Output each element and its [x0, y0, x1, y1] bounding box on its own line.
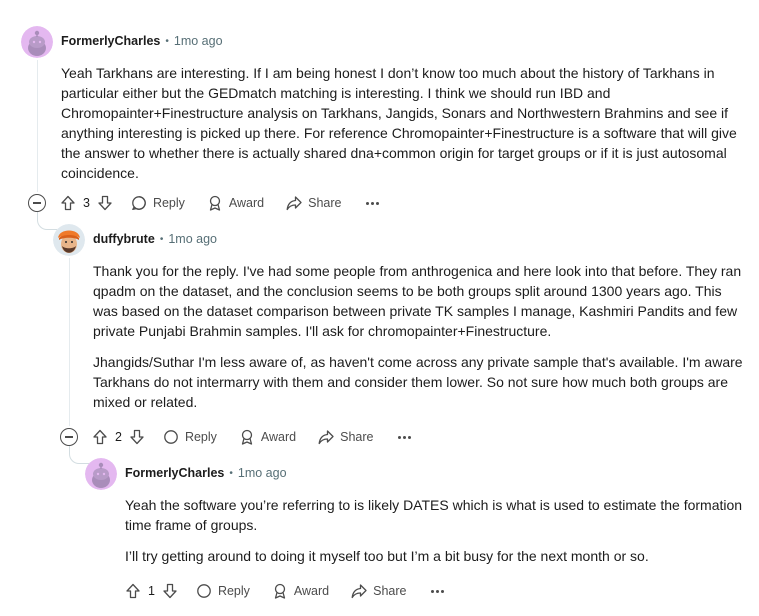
more-options-icon[interactable]: [365, 201, 379, 205]
reply-label: Reply: [152, 196, 185, 210]
reply-icon: [197, 584, 211, 598]
snoo-avatar-icon: [85, 458, 117, 490]
share-button[interactable]: Share: [286, 195, 342, 211]
vote-count: 1: [148, 584, 155, 598]
share-button[interactable]: Share: [351, 583, 407, 599]
comment-actions: 2 Reply Award Share: [60, 425, 411, 449]
comment-body: Yeah the software you’re referring to is…: [125, 495, 745, 566]
more-options-icon[interactable]: [430, 589, 444, 593]
comment-paragraph: Thank you for the reply. I've had some p…: [93, 263, 742, 339]
upvote-icon[interactable]: [60, 195, 76, 211]
avatar[interactable]: [21, 26, 53, 58]
vote-count: 2: [115, 430, 122, 444]
award-button[interactable]: Award: [239, 429, 296, 445]
comment-body: Thank you for the reply. I've had some p…: [93, 261, 743, 412]
collapse-button[interactable]: [60, 428, 78, 446]
comment-actions: 3 Reply Award Share: [28, 191, 379, 215]
comment-meta: duffybrute • 1mo ago: [93, 232, 217, 246]
vote-control: 2: [92, 429, 145, 445]
turban-avatar-icon: [53, 224, 85, 256]
comment-paragraph: Jhangids/Suthar I'm less aware of, as ha…: [93, 354, 743, 410]
thread-line: [69, 258, 70, 426]
comment-meta: FormerlyCharles • 1mo ago: [61, 34, 223, 48]
share-label: Share: [373, 584, 407, 598]
reply-button[interactable]: Reply: [163, 429, 217, 445]
upvote-icon[interactable]: [125, 583, 141, 599]
vote-control: 1: [125, 583, 178, 599]
share-button[interactable]: Share: [318, 429, 374, 445]
reply-button[interactable]: Reply: [196, 583, 250, 599]
vote-control: 3: [60, 195, 113, 211]
reply-button[interactable]: Reply: [131, 195, 185, 211]
reply-icon: [132, 196, 146, 211]
award-label: Award: [293, 584, 330, 598]
separator: •: [165, 35, 169, 47]
downvote-icon[interactable]: [162, 583, 178, 599]
vote-count: 3: [83, 196, 90, 210]
award-label: Award: [260, 430, 297, 444]
share-icon: [318, 430, 334, 445]
award-icon: [274, 583, 286, 599]
award-icon: [241, 429, 253, 445]
separator: •: [159, 233, 164, 245]
share-label: Share: [340, 430, 374, 444]
comment-body: Yeah Tarkhans are interesting. If I am b…: [61, 63, 741, 183]
comment-paragraph: Yeah the software you’re referring to is…: [125, 497, 743, 533]
downvote-icon[interactable]: [129, 429, 145, 445]
avatar[interactable]: [85, 458, 117, 490]
share-icon: [286, 196, 302, 211]
snoo-avatar-icon: [21, 26, 53, 58]
author-name[interactable]: duffybrute: [93, 232, 155, 246]
reply-icon: [164, 430, 178, 444]
author-name[interactable]: FormerlyCharles: [61, 34, 160, 48]
separator: •: [229, 467, 233, 479]
reply-label: Reply: [184, 430, 217, 444]
award-button[interactable]: Award: [207, 195, 264, 211]
more-options-icon[interactable]: [397, 435, 411, 439]
author-name[interactable]: FormerlyCharles: [125, 466, 224, 480]
timestamp[interactable]: 1mo ago: [174, 34, 223, 48]
thread-line: [37, 60, 38, 192]
comment-meta: FormerlyCharles • 1mo ago: [125, 466, 287, 480]
comment-paragraph: I’ll try getting around to doing it myse…: [125, 548, 649, 564]
share-icon: [351, 584, 367, 599]
collapse-button[interactable]: [28, 194, 46, 212]
reply-label: Reply: [217, 584, 250, 598]
timestamp[interactable]: 1mo ago: [238, 466, 287, 480]
award-icon: [209, 195, 221, 211]
timestamp[interactable]: 1mo ago: [168, 232, 217, 246]
downvote-icon[interactable]: [97, 195, 113, 211]
avatar[interactable]: [53, 224, 85, 256]
share-label: Share: [308, 196, 342, 210]
award-button[interactable]: Award: [272, 583, 329, 599]
award-label: Award: [228, 196, 265, 210]
comment-actions: 1 Reply Award Share: [125, 579, 444, 603]
comment-paragraph: Yeah Tarkhans are interesting. If I am b…: [61, 65, 737, 181]
upvote-icon[interactable]: [92, 429, 108, 445]
